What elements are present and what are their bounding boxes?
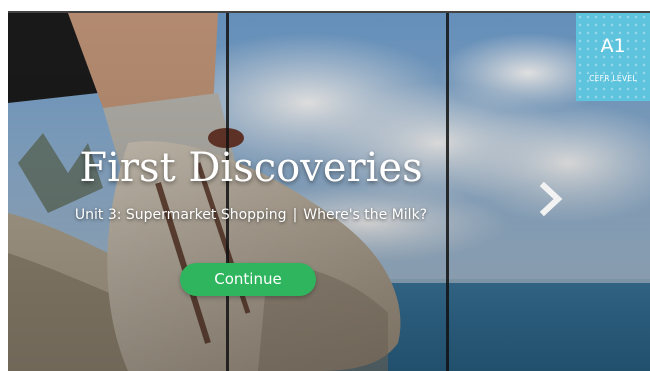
cefr-level-badge: A1 CEFR LEVEL bbox=[576, 13, 650, 101]
lesson-hero: First Discoveries Unit 3: Supermarket Sh… bbox=[8, 13, 650, 371]
panel-divider bbox=[446, 13, 449, 371]
course-title: First Discoveries bbox=[79, 145, 423, 191]
subtitle-separator: | bbox=[292, 207, 298, 223]
lesson-subtitle: Unit 3: Supermarket Shopping | Where's the… bbox=[8, 206, 494, 224]
chevron-right-icon[interactable] bbox=[536, 181, 566, 217]
level-caption: CEFR LEVEL bbox=[589, 74, 637, 83]
continue-button[interactable]: Continue bbox=[180, 263, 316, 296]
unit-name: Unit 3: Supermarket Shopping bbox=[74, 207, 287, 223]
panel-divider bbox=[226, 13, 229, 371]
lesson-name: Where's the Milk? bbox=[303, 207, 428, 223]
level-code: A1 bbox=[600, 35, 626, 57]
